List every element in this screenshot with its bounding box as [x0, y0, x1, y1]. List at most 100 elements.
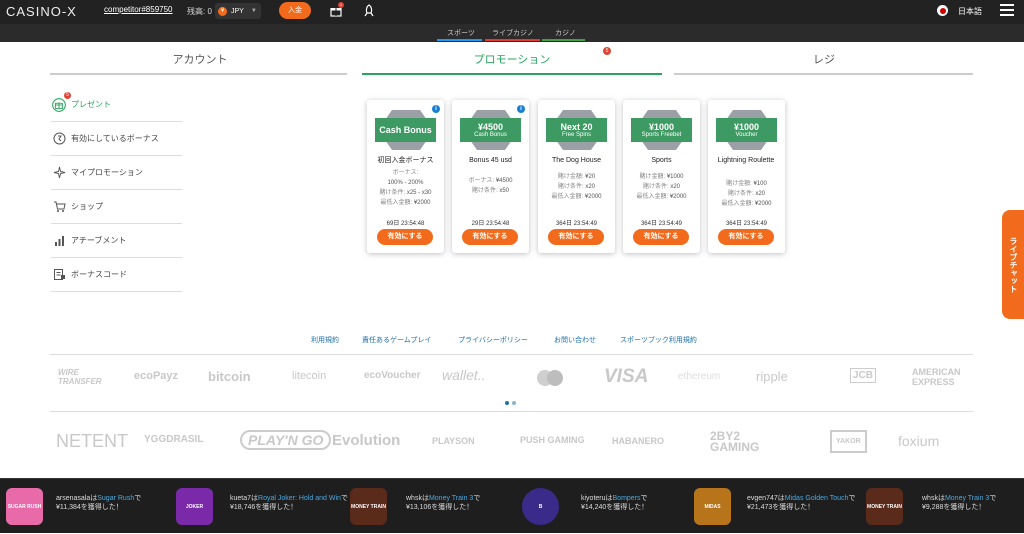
detail-value: ¥20	[585, 174, 596, 180]
tab-account-line	[50, 73, 347, 75]
bonus-icon	[52, 132, 66, 146]
link-privacy[interactable]: プライバシーポリシー	[458, 335, 528, 345]
activate-button[interactable]: 有効にする	[718, 229, 774, 245]
detail-label: ボーナス:	[392, 170, 419, 176]
activate-button[interactable]: 有効にする	[377, 229, 433, 245]
game-thumbnail[interactable]: SUGAR RUSH	[6, 488, 43, 525]
ticker-connector: で	[640, 495, 648, 502]
tab-cashier[interactable]: レジ	[674, 51, 974, 67]
game-link[interactable]: Money Train 3	[945, 495, 989, 502]
promo-type: Voucher	[735, 131, 758, 138]
countdown-timer: 29日 23:54:48	[471, 221, 510, 227]
chevron-down-icon: ▼	[250, 8, 257, 14]
game-thumbnail[interactable]: MONEY TRAIN	[350, 488, 387, 525]
promo-name: The Dog House	[551, 157, 602, 164]
activate-button[interactable]: 有効にする	[462, 229, 518, 245]
currency-select[interactable]: ¥ JPY ▼	[215, 3, 261, 19]
sidebar-item-my-promotions[interactable]: マイプロモーション	[51, 156, 182, 190]
sidebar-item-label: ショップ	[71, 202, 103, 211]
deposit-button[interactable]: 入金	[279, 2, 311, 19]
promo-card: ¥1000 Sports Freebet Sports 賭け金額: ¥1000 賭…	[623, 100, 700, 253]
live-chat-button[interactable]: ライブチャット	[1002, 210, 1024, 319]
link-terms[interactable]: 利用規約	[311, 335, 339, 345]
detail-label: 賭け金額:	[557, 174, 584, 180]
game-link[interactable]: Royal Joker: Hold and Win	[258, 495, 341, 502]
detail-label: 最低入金額:	[380, 200, 413, 206]
game-thumbnail[interactable]: MONEY TRAIN	[866, 488, 903, 525]
winner-name: whsk	[922, 495, 938, 502]
promo-name: Lightning Roulette	[717, 157, 775, 164]
ticker-connector: は	[777, 495, 785, 502]
game-link[interactable]: Money Train 3	[429, 495, 473, 502]
balance-label: 残高: 0	[187, 7, 212, 16]
ticker-connector: は	[937, 495, 945, 502]
gift-button[interactable]: 1	[330, 2, 344, 19]
promo-type: Free Spins	[561, 131, 591, 138]
subnav-live-casino[interactable]: ライブカジノ	[492, 28, 534, 38]
game-link[interactable]: Bompers	[613, 495, 641, 502]
sidebar-item-shop[interactable]: ショップ	[51, 190, 182, 224]
footer-links: 利用規約 責任あるゲームプレイ プライバシーポリシー お問い合わせ スポーツブッ…	[0, 335, 1024, 345]
promo-banner: Next 20 Free Spins	[546, 118, 607, 142]
promo-details: 賭け金額: ¥20 賭け条件: x20 最低入金額: ¥2000	[542, 172, 611, 202]
game-thumbnail[interactable]: B	[522, 488, 559, 525]
ticker-connector: で	[473, 495, 481, 502]
tab-promotions[interactable]: プロモーション	[362, 51, 662, 67]
menu-icon[interactable]	[1000, 4, 1014, 16]
win-amount: ¥9,288を獲得した！	[922, 504, 986, 511]
detail-label: 最低入金額:	[721, 201, 754, 207]
promo-card: ¥1000 Voucher Lightning Roulette 賭け金額: ¥1…	[708, 100, 785, 253]
countdown-timer: 69日 23:54:48	[386, 221, 425, 227]
link-contact[interactable]: お問い合わせ	[554, 335, 596, 345]
winner-name: kiyoteru	[581, 495, 606, 502]
game-thumbnail[interactable]: MIDAS	[694, 488, 731, 525]
subnav-sports-underline	[437, 39, 482, 41]
countdown-timer: 364日 23:54:49	[640, 221, 683, 227]
playngo-logo: PLAY'N GO	[240, 430, 332, 450]
ticker-connector: は	[605, 495, 613, 502]
subnav-casino[interactable]: カジノ	[555, 28, 576, 38]
carousel-dots[interactable]	[505, 397, 519, 407]
yakor-logo: YAKOR	[830, 430, 867, 453]
sub-nav: スポーツ ライブカジノ カジノ	[0, 24, 1024, 42]
winner-name: kueta7	[230, 495, 252, 502]
gift-badge: 1	[338, 2, 344, 8]
evolution-logo: Evolution	[332, 432, 401, 449]
username-link[interactable]: competitor#859750	[104, 5, 173, 14]
promo-banner: ¥1000 Sports Freebet	[631, 118, 692, 142]
promo-name: Bonus 45 usd	[469, 157, 512, 164]
promo-details: 賭け金額: ¥1000 賭け条件: x20 最低入金額: ¥2000	[627, 172, 696, 202]
sidebar-item-active-bonus[interactable]: 有効にしているボーナス	[51, 122, 182, 156]
game-thumbnail[interactable]: JOKER	[176, 488, 213, 525]
gift-icon	[52, 97, 66, 112]
language-select[interactable]: 日本語	[958, 6, 982, 17]
sidebar-item-present[interactable]: 5 プレゼント	[51, 88, 182, 122]
divider	[50, 354, 973, 355]
detail-value: ¥1000	[666, 174, 684, 180]
promo-banner: Cash Bonus	[375, 118, 436, 142]
win-amount: ¥21,473を獲得した！	[747, 504, 815, 511]
game-link[interactable]: Sugar Rush	[97, 495, 134, 502]
tab-cashier-line	[674, 73, 973, 75]
tab-account[interactable]: アカウント	[50, 51, 350, 67]
winner-name: evgen747	[747, 495, 778, 502]
promo-amount: Cash Bonus	[379, 125, 432, 135]
sidebar-item-bonus-code[interactable]: ボーナスコード	[51, 258, 182, 292]
activate-button[interactable]: 有効にする	[633, 229, 689, 245]
subnav-casino-underline	[542, 39, 585, 41]
subnav-sports[interactable]: スポーツ	[447, 28, 475, 38]
detail-label: 最低入金額:	[551, 194, 584, 200]
japan-flag-icon[interactable]	[937, 5, 948, 16]
link-responsible-gaming[interactable]: 責任あるゲームプレイ	[362, 335, 431, 345]
detail-label: 賭け条件:	[379, 190, 406, 196]
countdown-timer: 364日 23:54:49	[725, 221, 768, 227]
activate-button[interactable]: 有効にする	[548, 229, 604, 245]
detail-label: 賭け条件:	[642, 184, 669, 190]
game-link[interactable]: Midas Golden Touch	[785, 495, 849, 502]
link-sportsbook-terms[interactable]: スポーツブック利用規約	[620, 335, 697, 345]
win-amount: ¥14,240を獲得した！	[581, 504, 649, 511]
rocket-button[interactable]	[363, 4, 375, 19]
sidebar-item-achievements[interactable]: アチーブメント	[51, 224, 182, 258]
site-logo[interactable]: CASINO-X	[6, 4, 77, 19]
winners-ticker: SUGAR RUSH arsenasalaはSugar Rushで ¥11,384…	[0, 478, 1024, 533]
